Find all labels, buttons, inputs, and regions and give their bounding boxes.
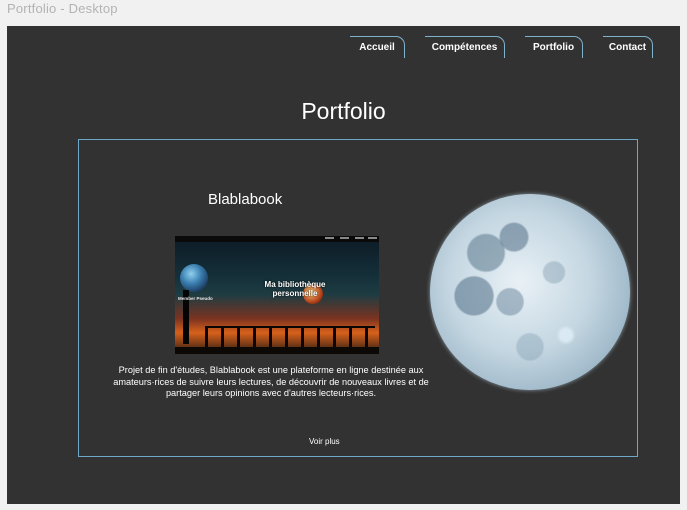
project-title: Blablabook — [208, 191, 283, 208]
nav-competences[interactable]: Compétences — [425, 36, 505, 58]
nav-contact[interactable]: Contact — [603, 36, 653, 58]
ground-silhouette — [175, 347, 379, 354]
fence-silhouette — [205, 326, 375, 348]
nav-accueil[interactable]: Accueil — [350, 36, 405, 58]
project-screenshot: Ma bibliothèque personnelle Member Pseud… — [175, 236, 379, 354]
globe-image — [180, 264, 208, 292]
screenshot-topbar — [175, 236, 379, 242]
see-more-link[interactable]: Voir plus — [309, 437, 340, 446]
project-description: Projet de fin d'études, Blablabook est u… — [113, 365, 429, 398]
page-title: Portfolio — [301, 98, 386, 125]
desktop-canvas: Accueil Compétences Portfolio Contact Po… — [7, 26, 680, 504]
project-card: Blablabook Ma bibliothèque personnelle M… — [78, 139, 638, 457]
main-nav: Accueil Compétences Portfolio Contact — [350, 36, 653, 58]
nav-portfolio[interactable]: Portfolio — [525, 36, 583, 58]
screenshot-member-label: Member Pseudo — [178, 296, 213, 301]
frame-title: Portfolio - Desktop — [7, 1, 118, 16]
screenshot-hero-text: Ma bibliothèque personnelle — [264, 280, 326, 298]
moon-image — [430, 194, 630, 390]
